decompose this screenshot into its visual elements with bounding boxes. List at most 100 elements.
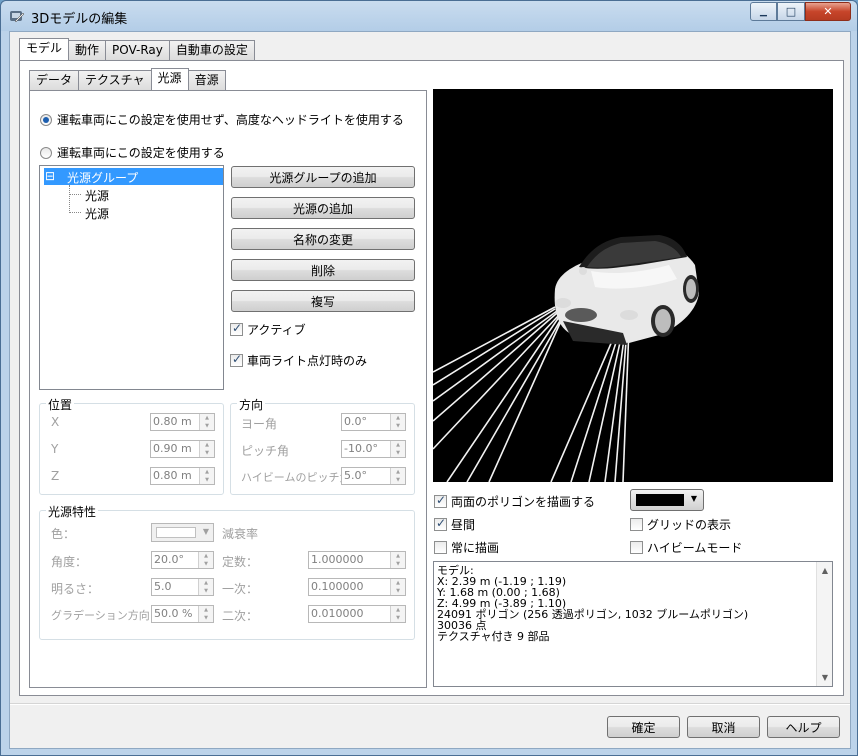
high-beam-checkbox-row[interactable]: ハイビームモード bbox=[630, 539, 742, 556]
spin-arrows[interactable]: ▲ ▼ bbox=[390, 468, 405, 484]
spin-arrows[interactable]: ▲ ▼ bbox=[390, 552, 405, 568]
delete-button[interactable]: 削除 bbox=[231, 259, 415, 281]
cancel-button[interactable]: 取消 bbox=[687, 716, 760, 738]
ok-button[interactable]: 確定 bbox=[607, 716, 680, 738]
up-arrow-icon[interactable]: ▲ bbox=[200, 441, 214, 449]
down-arrow-icon[interactable]: ▼ bbox=[391, 587, 405, 595]
add-light-group-button[interactable]: 光源グループの追加 bbox=[231, 166, 415, 188]
spin-arrows[interactable]: ▲ ▼ bbox=[199, 468, 214, 484]
tree-node-light-group[interactable]: 光源グループ bbox=[67, 169, 138, 186]
spin-arrows[interactable]: ▲ ▼ bbox=[199, 441, 214, 457]
tab-sound[interactable]: 音源 bbox=[187, 70, 226, 90]
active-checkbox-row[interactable]: アクティブ bbox=[230, 321, 306, 338]
down-arrow-icon[interactable]: ▼ bbox=[200, 449, 214, 457]
active-checkbox[interactable] bbox=[230, 321, 243, 336]
high-beam-checkbox[interactable] bbox=[630, 541, 643, 554]
spin-arrows[interactable]: ▲ ▼ bbox=[390, 441, 405, 457]
down-arrow-icon[interactable]: ▼ bbox=[199, 587, 213, 595]
spin-arrows[interactable]: ▲ ▼ bbox=[390, 579, 405, 595]
daytime-checkbox-row[interactable]: 昼間 bbox=[434, 516, 475, 533]
tree-node-light-1[interactable]: 光源 bbox=[85, 187, 109, 204]
up-arrow-icon[interactable]: ▲ bbox=[200, 414, 214, 422]
pitch-stepper[interactable]: -10.0° ▲ ▼ bbox=[341, 440, 406, 458]
radio-use-settings[interactable]: 運転車両にこの設定を使用する bbox=[40, 144, 225, 161]
3d-preview-viewport[interactable] bbox=[432, 89, 833, 483]
always-draw-checkbox-row[interactable]: 常に描画 bbox=[434, 539, 499, 556]
info-scrollbar[interactable]: ▲ ▼ bbox=[816, 562, 832, 686]
down-arrow-icon[interactable]: ▼ bbox=[391, 449, 405, 457]
down-arrow-icon[interactable]: ▼ bbox=[200, 476, 214, 484]
up-arrow-icon[interactable]: ▲ bbox=[199, 579, 213, 587]
close-button[interactable]: ✕ bbox=[805, 2, 851, 21]
scroll-down-icon[interactable]: ▼ bbox=[817, 673, 833, 682]
tree-line bbox=[69, 185, 70, 213]
down-arrow-icon[interactable]: ▼ bbox=[200, 422, 214, 430]
tree-node-light-2[interactable]: 光源 bbox=[85, 205, 109, 222]
add-light-button[interactable]: 光源の追加 bbox=[231, 197, 415, 219]
up-arrow-icon[interactable]: ▲ bbox=[391, 468, 405, 476]
double-sided-checkbox[interactable] bbox=[434, 493, 447, 508]
up-arrow-icon[interactable]: ▲ bbox=[199, 552, 213, 560]
tab-model[interactable]: モデル bbox=[19, 38, 70, 60]
quad-stepper[interactable]: 0.010000 ▲ ▼ bbox=[308, 605, 406, 623]
duplicate-button[interactable]: 複写 bbox=[231, 290, 415, 312]
brightness-stepper[interactable]: 5.0 ▲ ▼ bbox=[151, 578, 214, 596]
down-arrow-icon[interactable]: ▼ bbox=[391, 422, 405, 430]
const-stepper[interactable]: 1.000000 ▲ ▼ bbox=[308, 551, 406, 569]
daytime-checkbox[interactable] bbox=[434, 516, 447, 531]
tab-texture[interactable]: テクスチャ bbox=[78, 70, 152, 90]
up-arrow-icon[interactable]: ▲ bbox=[391, 606, 405, 614]
up-arrow-icon[interactable]: ▲ bbox=[391, 552, 405, 560]
double-sided-checkbox-row[interactable]: 両面のポリゴンを描画する bbox=[434, 493, 595, 510]
up-arrow-icon[interactable]: ▲ bbox=[391, 579, 405, 587]
pos-z-stepper[interactable]: 0.80 m ▲ ▼ bbox=[150, 467, 215, 485]
rename-button[interactable]: 名称の変更 bbox=[231, 228, 415, 250]
tree-expander-icon[interactable]: ⊟ bbox=[45, 169, 55, 183]
up-arrow-icon[interactable]: ▲ bbox=[200, 468, 214, 476]
radio-advanced-indicator[interactable] bbox=[40, 113, 52, 126]
model-info-textbox[interactable]: モデル: X: 2.39 m (-1.19 ; 1.19) Y: 1.68 m … bbox=[433, 561, 833, 687]
maximize-button[interactable]: □ bbox=[777, 2, 805, 21]
spin-arrows[interactable]: ▲ ▼ bbox=[198, 552, 213, 568]
up-arrow-icon[interactable]: ▲ bbox=[199, 606, 213, 614]
linear-stepper[interactable]: 0.100000 ▲ ▼ bbox=[308, 578, 406, 596]
down-arrow-icon[interactable]: ▼ bbox=[391, 614, 405, 622]
radio-advanced-headlights[interactable]: 運転車両にこの設定を使用せず、高度なヘッドライトを使用する bbox=[40, 111, 404, 128]
pos-x-stepper[interactable]: 0.80 m ▲ ▼ bbox=[150, 413, 215, 431]
scroll-up-icon[interactable]: ▲ bbox=[817, 566, 833, 575]
yaw-stepper[interactable]: 0.0° ▲ ▼ bbox=[341, 413, 406, 431]
lights-on-only-checkbox[interactable] bbox=[230, 352, 243, 367]
help-button[interactable]: ヘルプ bbox=[767, 716, 840, 738]
tab-motion[interactable]: 動作 bbox=[68, 40, 107, 60]
up-arrow-icon[interactable]: ▲ bbox=[391, 441, 405, 449]
always-draw-checkbox[interactable] bbox=[434, 541, 447, 554]
tab-vehicle-settings[interactable]: 自動車の設定 bbox=[168, 40, 255, 60]
grid-checkbox-row[interactable]: グリッドの表示 bbox=[630, 516, 731, 533]
spin-arrows[interactable]: ▲ ▼ bbox=[390, 606, 405, 622]
down-arrow-icon[interactable]: ▼ bbox=[199, 560, 213, 568]
spin-arrows[interactable]: ▲ ▼ bbox=[198, 579, 213, 595]
spin-arrows[interactable]: ▲ ▼ bbox=[390, 414, 405, 430]
down-arrow-icon[interactable]: ▼ bbox=[391, 476, 405, 484]
light-tree[interactable]: ⊟ 光源グループ 光源 光源 bbox=[39, 165, 224, 390]
gradation-stepper[interactable]: 50.0 % ▲ ▼ bbox=[151, 605, 214, 623]
angle-stepper[interactable]: 20.0° ▲ ▼ bbox=[151, 551, 214, 569]
tab-light[interactable]: 光源 bbox=[150, 68, 189, 90]
lights-on-only-checkbox-row[interactable]: 車両ライト点灯時のみ bbox=[230, 352, 367, 369]
down-arrow-icon[interactable]: ▼ bbox=[199, 614, 213, 622]
pos-y-stepper[interactable]: 0.90 m ▲ ▼ bbox=[150, 440, 215, 458]
tab-povray[interactable]: POV-Ray bbox=[105, 40, 170, 60]
down-arrow-icon[interactable]: ▼ bbox=[391, 560, 405, 568]
tab-data[interactable]: データ bbox=[29, 70, 80, 90]
grid-checkbox[interactable] bbox=[630, 518, 643, 531]
spin-arrows[interactable]: ▲ ▼ bbox=[199, 414, 214, 430]
minimize-button[interactable]: ▁ bbox=[750, 2, 777, 21]
color-label: 色： bbox=[51, 527, 76, 541]
up-arrow-icon[interactable]: ▲ bbox=[391, 414, 405, 422]
spin-arrows[interactable]: ▲ ▼ bbox=[198, 606, 213, 622]
radio-use-indicator[interactable] bbox=[40, 146, 52, 159]
hb-pitch-stepper[interactable]: 5.0° ▲ ▼ bbox=[341, 467, 406, 485]
background-color-dropdown[interactable]: ▼ bbox=[630, 489, 704, 511]
title-bar[interactable]: 3Dモデルの編集 ▁ □ ✕ bbox=[1, 1, 857, 31]
color-picker[interactable]: ▼ bbox=[151, 523, 214, 542]
